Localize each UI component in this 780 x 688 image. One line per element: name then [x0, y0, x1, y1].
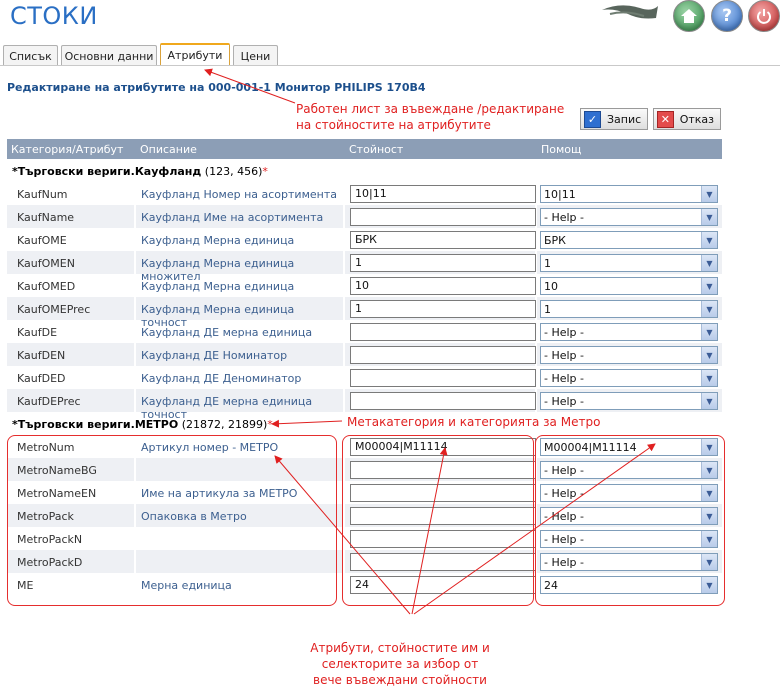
annotation-worksheet: Работен лист за въвеждане /редактиране н…	[296, 101, 564, 133]
annotation-attributes-line3: вече въвеждани стойности	[313, 673, 487, 687]
annotation-attributes: Атрибути, стойностите им и селекторите з…	[300, 640, 500, 688]
annotation-attributes-line2: селекторите за избор от	[321, 657, 479, 671]
annotation-metacategory: Метакатегория и категорията за Метро	[347, 415, 601, 429]
annotation-worksheet-line2: на стойностите на атрибутите	[296, 118, 491, 132]
annotation-attributes-line1: Атрибути, стойностите им и	[310, 641, 490, 655]
annotation-worksheet-line1: Работен лист за въвеждане /редактиране	[296, 102, 565, 116]
